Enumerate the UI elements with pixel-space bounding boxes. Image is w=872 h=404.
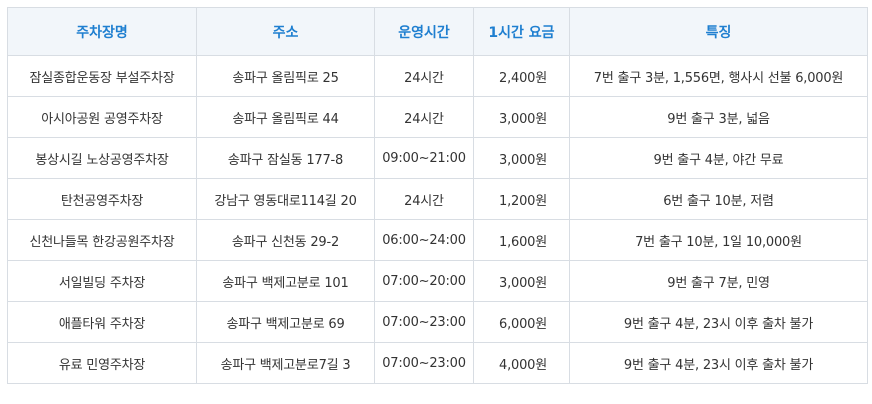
- table-row: 잠실종합운동장 부설주차장 송파구 올림픽로 25 24시간 2,400원 7번…: [7, 55, 868, 97]
- cell-operating-hours: 06:00~24:00: [374, 219, 474, 261]
- cell-address: 송파구 백제고분로 101: [196, 260, 375, 302]
- cell-features: 7번 출구 3분, 1,556면, 행사시 선불 6,000원: [569, 55, 868, 97]
- cell-operating-hours: 07:00~23:00: [374, 301, 474, 343]
- cell-hourly-fee: 4,000원: [473, 342, 570, 384]
- header-address: 주소: [196, 7, 375, 56]
- cell-address: 송파구 백제고분로 69: [196, 301, 375, 343]
- cell-features: 6번 출구 10분, 저렴: [569, 178, 868, 220]
- table-row: 봉상시길 노상공영주차장 송파구 잠실동 177-8 09:00~21:00 3…: [7, 137, 868, 179]
- header-hourly-fee: 1시간 요금: [473, 7, 570, 56]
- cell-parking-name: 봉상시길 노상공영주차장: [7, 137, 197, 179]
- cell-operating-hours: 09:00~21:00: [374, 137, 474, 179]
- header-features: 특징: [569, 7, 868, 56]
- cell-parking-name: 신천나들목 한강공원주차장: [7, 219, 197, 261]
- cell-parking-name: 유료 민영주차장: [7, 342, 197, 384]
- cell-hourly-fee: 3,000원: [473, 96, 570, 138]
- cell-hourly-fee: 2,400원: [473, 55, 570, 97]
- cell-address: 송파구 잠실동 177-8: [196, 137, 375, 179]
- cell-hourly-fee: 3,000원: [473, 137, 570, 179]
- cell-parking-name: 아시아공원 공영주차장: [7, 96, 197, 138]
- cell-hourly-fee: 1,200원: [473, 178, 570, 220]
- table-row: 아시아공원 공영주차장 송파구 올림픽로 44 24시간 3,000원 9번 출…: [7, 96, 868, 138]
- header-operating-hours: 운영시간: [374, 7, 474, 56]
- cell-parking-name: 탄천공영주차장: [7, 178, 197, 220]
- table-row: 애플타워 주차장 송파구 백제고분로 69 07:00~23:00 6,000원…: [7, 301, 868, 343]
- table-row: 탄천공영주차장 강남구 영동대로114길 20 24시간 1,200원 6번 출…: [7, 178, 868, 220]
- cell-features: 9번 출구 4분, 야간 무료: [569, 137, 868, 179]
- cell-address: 송파구 올림픽로 44: [196, 96, 375, 138]
- parking-lot-table: 주차장명 주소 운영시간 1시간 요금 특징 잠실종합운동장 부설주차장 송파구…: [7, 7, 868, 384]
- cell-parking-name: 애플타워 주차장: [7, 301, 197, 343]
- cell-features: 9번 출구 4분, 23시 이후 출차 불가: [569, 301, 868, 343]
- cell-hourly-fee: 1,600원: [473, 219, 570, 261]
- cell-features: 9번 출구 3분, 넓음: [569, 96, 868, 138]
- cell-operating-hours: 07:00~23:00: [374, 342, 474, 384]
- cell-address: 송파구 신천동 29-2: [196, 219, 375, 261]
- cell-operating-hours: 24시간: [374, 55, 474, 97]
- table-row: 유료 민영주차장 송파구 백제고분로7길 3 07:00~23:00 4,000…: [7, 342, 868, 384]
- cell-features: 9번 출구 4분, 23시 이후 출차 불가: [569, 342, 868, 384]
- cell-hourly-fee: 3,000원: [473, 260, 570, 302]
- table-row: 신천나들목 한강공원주차장 송파구 신천동 29-2 06:00~24:00 1…: [7, 219, 868, 261]
- cell-parking-name: 서일빌딩 주차장: [7, 260, 197, 302]
- cell-operating-hours: 24시간: [374, 96, 474, 138]
- cell-hourly-fee: 6,000원: [473, 301, 570, 343]
- cell-operating-hours: 07:00~20:00: [374, 260, 474, 302]
- parking-table-container: 주차장명 주소 운영시간 1시간 요금 특징 잠실종합운동장 부설주차장 송파구…: [7, 7, 868, 384]
- cell-features: 7번 출구 10분, 1일 10,000원: [569, 219, 868, 261]
- cell-address: 강남구 영동대로114길 20: [196, 178, 375, 220]
- table-header-row: 주차장명 주소 운영시간 1시간 요금 특징: [7, 7, 868, 56]
- header-parking-name: 주차장명: [7, 7, 197, 56]
- cell-address: 송파구 올림픽로 25: [196, 55, 375, 97]
- table-row: 서일빌딩 주차장 송파구 백제고분로 101 07:00~20:00 3,000…: [7, 260, 868, 302]
- cell-features: 9번 출구 7분, 민영: [569, 260, 868, 302]
- cell-operating-hours: 24시간: [374, 178, 474, 220]
- cell-address: 송파구 백제고분로7길 3: [196, 342, 375, 384]
- cell-parking-name: 잠실종합운동장 부설주차장: [7, 55, 197, 97]
